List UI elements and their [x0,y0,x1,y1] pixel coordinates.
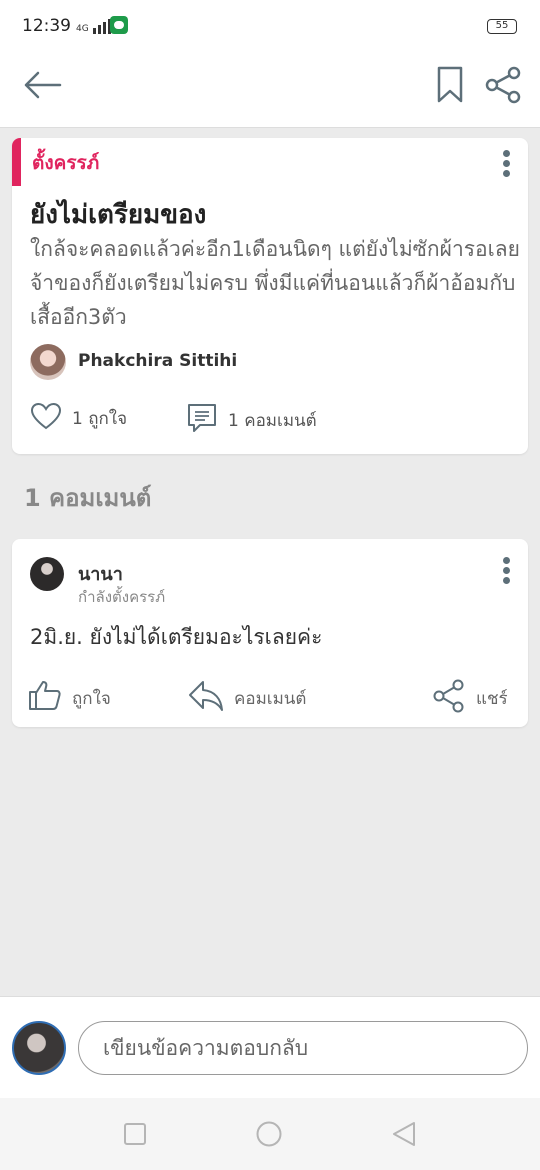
avatar[interactable] [30,557,64,591]
comment-icon[interactable] [186,402,218,434]
more-options-icon[interactable] [500,150,512,180]
reply-button-label[interactable]: คอมเมนต์ [234,685,306,712]
post-card: ตั้งครรภ์ ยังไม่เตรียมของ ใกล้จะคลอดแล้ว… [12,138,528,454]
comment-author[interactable]: นานา [78,559,123,588]
avatar [12,1021,66,1075]
triangle-back-icon[interactable] [390,1120,418,1148]
post-body: ใกล้จะคลอดแล้วค่ะอีก1เดือนนิดๆ แต่ยังไม่… [30,237,520,329]
square-icon[interactable] [121,1120,149,1148]
bookmark-icon[interactable] [436,66,464,104]
comments-heading: 1 คอมเมนต์ [24,484,152,512]
share-icon[interactable] [484,66,522,104]
comment-author-status: กำลังตั้งครรภ์ [78,588,166,606]
line-app-icon [110,16,128,34]
heart-icon[interactable] [30,402,62,430]
post-category[interactable]: ตั้งครรภ์ [32,148,99,178]
signal-icon: 4G [76,16,111,34]
post-author[interactable]: Phakchira Sittihi [78,351,237,371]
reply-composer [0,996,540,1098]
more-options-icon[interactable] [500,557,512,587]
reply-input[interactable] [78,1021,528,1075]
share-button-label[interactable]: แชร์ [476,685,508,712]
circle-icon[interactable] [255,1120,283,1148]
app-bar [0,54,540,128]
share-icon[interactable] [432,679,466,713]
system-nav-bar [0,1098,540,1170]
status-time: 12:39 [22,16,71,36]
comment-text: 2มิ.ย. ยังไม่ได้เตรียมอะไรเลยค่ะ [30,625,323,649]
thumbs-up-icon[interactable] [28,679,62,711]
post-title: ยังไม่เตรียมของ [30,200,207,230]
like-button-label[interactable]: ถูกใจ [72,685,111,712]
category-accent [12,138,21,186]
post-comments[interactable]: 1 คอมเมนต์ [228,407,317,434]
reply-icon[interactable] [188,679,224,713]
post-likes[interactable]: 1 ถูกใจ [72,405,127,432]
comment-card: นานา กำลังตั้งครรภ์ 2มิ.ย. ยังไม่ได้เตรี… [12,539,528,727]
avatar[interactable] [30,344,66,380]
status-bar: 12:39 4G 55 [0,0,540,54]
arrow-left-icon[interactable] [22,70,62,100]
network-type: 4G [76,24,89,34]
battery-icon: 55 [487,19,517,34]
